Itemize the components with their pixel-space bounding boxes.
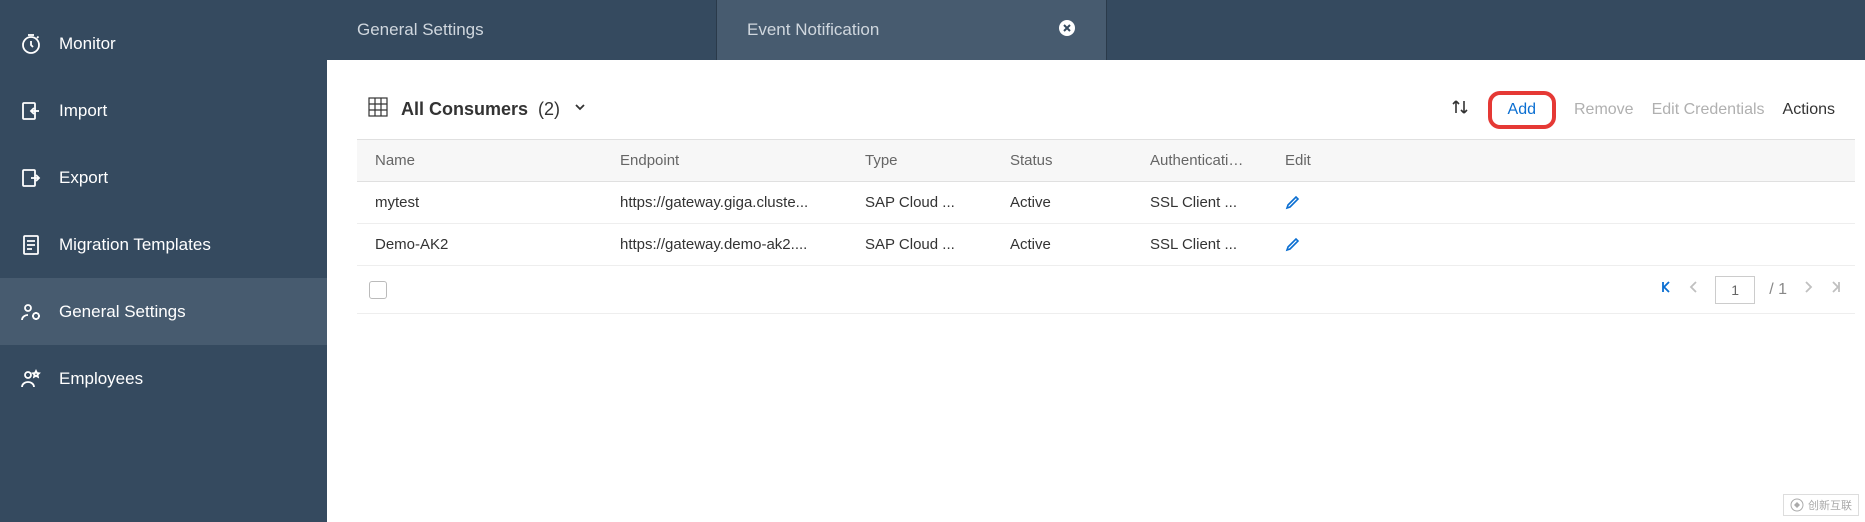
th-name[interactable]: Name <box>357 152 602 169</box>
cell-type: SAP Cloud ... <box>847 194 992 211</box>
chevron-down-icon[interactable] <box>572 99 588 120</box>
cell-status: Active <box>992 236 1132 253</box>
tab-label: Event Notification <box>747 20 879 40</box>
table-row[interactable]: Demo-AK2 https://gateway.demo-ak2.... SA… <box>357 224 1855 266</box>
cell-auth: SSL Client ... <box>1132 236 1267 253</box>
cell-name: mytest <box>357 194 602 211</box>
cell-endpoint: https://gateway.demo-ak2.... <box>602 236 847 253</box>
close-icon[interactable] <box>1058 19 1076 42</box>
edit-icon[interactable] <box>1267 192 1367 214</box>
toolbar: All Consumers (2) Add Remove Edit Creden… <box>357 80 1855 140</box>
main-content: General Settings Event Notification All … <box>327 0 1865 522</box>
actions-button[interactable]: Actions <box>1783 101 1835 119</box>
add-button[interactable]: Add <box>1508 101 1536 118</box>
toolbar-title: All Consumers (2) <box>401 99 560 120</box>
edit-icon[interactable] <box>1267 234 1367 256</box>
th-auth[interactable]: Authentication M <box>1132 152 1267 169</box>
sidebar-item-employees[interactable]: Employees <box>0 345 327 412</box>
select-all-checkbox[interactable] <box>369 281 387 299</box>
people-star-icon <box>18 366 44 392</box>
sort-icon[interactable] <box>1450 97 1470 122</box>
page-total: / 1 <box>1769 281 1787 299</box>
tab-label: General Settings <box>357 20 484 40</box>
people-gear-icon <box>18 299 44 325</box>
sidebar-item-label: Migration Templates <box>59 235 211 255</box>
cell-type: SAP Cloud ... <box>847 236 992 253</box>
grid-icon[interactable] <box>367 96 389 123</box>
sidebar-item-monitor[interactable]: Monitor <box>0 10 327 77</box>
cell-auth: SSL Client ... <box>1132 194 1267 211</box>
th-type[interactable]: Type <box>847 152 992 169</box>
sidebar-item-label: Employees <box>59 369 143 389</box>
templates-icon <box>18 232 44 258</box>
cell-name: Demo-AK2 <box>357 236 602 253</box>
watermark: 创新互联 <box>1783 494 1859 516</box>
sidebar-item-import[interactable]: Import <box>0 77 327 144</box>
edit-credentials-button[interactable]: Edit Credentials <box>1652 101 1765 119</box>
tabs: General Settings Event Notification <box>327 0 1865 60</box>
table-header: Name Endpoint Type Status Authentication… <box>357 140 1855 182</box>
import-icon <box>18 98 44 124</box>
pagination: / 1 <box>1659 276 1843 304</box>
timer-icon <box>18 31 44 57</box>
consumers-table: Name Endpoint Type Status Authentication… <box>357 140 1855 314</box>
first-page-icon[interactable] <box>1659 280 1673 299</box>
last-page-icon[interactable] <box>1829 280 1843 299</box>
sidebar-item-general-settings[interactable]: General Settings <box>0 278 327 345</box>
cell-status: Active <box>992 194 1132 211</box>
tab-event-notification[interactable]: Event Notification <box>717 0 1107 60</box>
prev-page-icon[interactable] <box>1687 280 1701 299</box>
export-icon <box>18 165 44 191</box>
sidebar-item-label: General Settings <box>59 302 186 322</box>
page-input[interactable] <box>1715 276 1755 304</box>
sidebar-item-migration-templates[interactable]: Migration Templates <box>0 211 327 278</box>
next-page-icon[interactable] <box>1801 280 1815 299</box>
th-endpoint[interactable]: Endpoint <box>602 152 847 169</box>
sidebar-item-label: Export <box>59 168 108 188</box>
sidebar-item-export[interactable]: Export <box>0 144 327 211</box>
th-edit[interactable]: Edit <box>1267 152 1367 169</box>
tab-general-settings[interactable]: General Settings <box>327 0 717 60</box>
table-footer: / 1 <box>357 266 1855 314</box>
th-status[interactable]: Status <box>992 152 1132 169</box>
sidebar-item-label: Import <box>59 101 107 121</box>
remove-button[interactable]: Remove <box>1574 101 1634 119</box>
table-row[interactable]: mytest https://gateway.giga.cluste... SA… <box>357 182 1855 224</box>
sidebar: Monitor Import Export Migration Template… <box>0 0 327 522</box>
add-button-highlight: Add <box>1488 91 1556 129</box>
cell-endpoint: https://gateway.giga.cluste... <box>602 194 847 211</box>
sidebar-item-label: Monitor <box>59 34 116 54</box>
